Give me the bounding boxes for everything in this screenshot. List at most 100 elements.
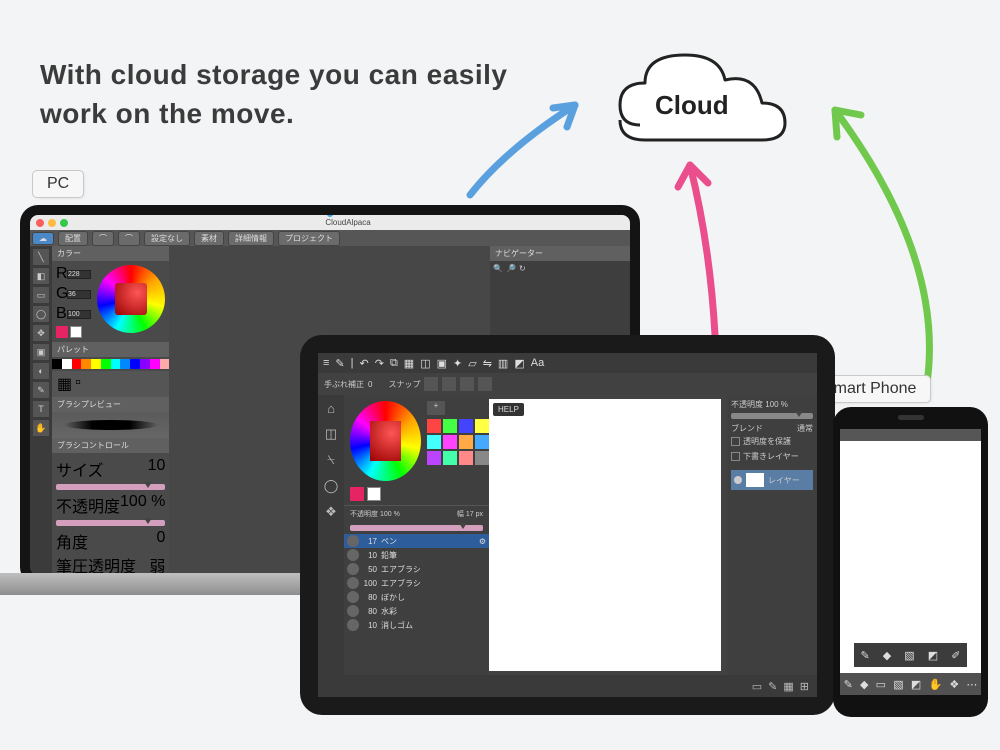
tab-swatch[interactable] [443,419,457,433]
tab-pencil-icon[interactable]: ✎ [335,357,344,370]
palette-swatch[interactable] [62,359,72,369]
palette-swatch[interactable] [72,359,82,369]
palette-swatch[interactable] [101,359,111,369]
r-input[interactable] [67,270,91,279]
layer-visible-icon[interactable] [734,476,742,484]
tab-swatch[interactable] [459,451,473,465]
fg-color-swatch[interactable] [56,326,68,338]
bg-color-swatch[interactable] [70,326,82,338]
tab-swatch[interactable] [475,419,489,433]
foot-brush-icon[interactable]: ✎ [768,680,777,693]
rail-rect-icon[interactable]: ◫ [325,426,337,442]
size-slider[interactable] [56,484,165,490]
tab-copy-icon[interactable]: ⧉ [390,357,398,370]
tab-brush-item[interactable]: 10消しゴム [344,618,489,632]
tab-flip-icon[interactable]: ⇋ [483,357,492,370]
tab-fg-swatch[interactable] [350,487,364,501]
snap-persp-icon[interactable] [460,377,474,391]
tab-brush-item[interactable]: 50エアブラシ [344,562,489,576]
rail-home-icon[interactable]: ⌂ [327,401,335,416]
palette-swatch[interactable] [150,359,160,369]
tab-brush-item[interactable]: 80ぼかし [344,590,489,604]
lasso-tool-icon[interactable]: ◯ [33,306,49,322]
palette-swatch[interactable] [120,359,130,369]
tab-menu-icon[interactable]: ≡ [323,357,329,369]
phone-shape-icon[interactable]: ▧ [904,649,914,662]
help-badge[interactable]: HELP [493,403,524,416]
snap-grid-icon[interactable] [424,377,438,391]
palette-add-icon[interactable]: ▦ [57,374,72,394]
text-tool-icon[interactable]: T [33,401,49,417]
move-tool-icon[interactable]: ✥ [33,325,49,341]
b-input[interactable] [67,310,91,319]
pb-layers-icon[interactable]: ❖ [949,678,959,691]
tablet-color-wheel[interactable] [350,401,421,481]
snap-sym-icon[interactable] [478,377,492,391]
phone-brush-icon[interactable]: ✐ [951,649,960,662]
tab-brush-item[interactable]: 10鉛筆 [344,548,489,562]
tab-swatch[interactable] [475,451,489,465]
tab-wand-icon[interactable]: ✦ [453,357,462,370]
palette-swatch[interactable] [111,359,121,369]
draft-layer-checkbox[interactable] [731,452,740,461]
tab-brush-slider[interactable] [350,525,483,531]
tab-paste-icon[interactable]: ▦ [404,357,414,370]
eyedropper-tool-icon[interactable]: ✎ [33,382,49,398]
phone-fill-icon[interactable]: ◩ [928,649,938,662]
palette-swatch[interactable] [160,359,170,369]
tab-swatch[interactable] [443,451,457,465]
foot-apps-icon[interactable]: ⊞ [800,680,809,693]
close-window-button[interactable] [36,219,44,227]
pb-fill-icon[interactable]: ◩ [911,678,921,691]
tab-undo-icon[interactable]: ↶ [360,357,369,370]
tab-select-icon[interactable]: ◫ [420,357,430,370]
hand-tool-icon[interactable]: ✋ [33,420,49,436]
toolbar-layout-button[interactable]: 配置 [58,231,88,246]
tab-swatch[interactable] [427,419,441,433]
rail-slash-icon[interactable]: ⍀ [327,452,335,468]
phone-eraser-icon[interactable]: ◆ [883,649,891,662]
tab-text-tool-button[interactable]: Aa [531,357,544,369]
toolbar-settings-button[interactable]: 設定なし [144,231,190,246]
pb-wand-icon[interactable]: ▧ [893,678,903,691]
blend-value[interactable]: 通常 [797,423,813,434]
toolbar-info-button[interactable]: 詳細情報 [228,231,274,246]
nav-zoom-in-icon[interactable]: 🔍 [493,264,503,273]
fill-tool-icon[interactable]: ▣ [33,344,49,360]
tab-swatch[interactable] [459,419,473,433]
tab-swatch[interactable] [459,435,473,449]
foot-marquee-icon[interactable]: ▭ [752,680,762,693]
phone-pencil-icon[interactable]: ✎ [861,649,870,662]
toolbar-material-button[interactable]: 素材 [194,231,224,246]
protect-alpha-checkbox[interactable] [731,437,740,446]
cloud-sync-button[interactable]: ☁ [32,232,54,245]
color-wheel[interactable] [97,265,165,333]
nav-rotate-icon[interactable]: ↻ [519,264,526,273]
g-input[interactable] [67,290,91,299]
nav-zoom-out-icon[interactable]: 🔎 [506,264,516,273]
tab-swatch[interactable] [427,435,441,449]
rail-layers-icon[interactable]: ❖ [325,504,337,520]
pb-select-icon[interactable]: ▭ [876,678,886,691]
pb-hand-icon[interactable]: ✋ [928,678,942,691]
tab-brush-item[interactable]: 17ペン⚙ [344,534,489,548]
swatch-add-button[interactable]: + [427,401,445,415]
palette-swatch[interactable] [81,359,91,369]
palette-swatch[interactable] [130,359,140,369]
eraser-tool-icon[interactable]: ◧ [33,268,49,284]
toolbar-project-button[interactable]: プロジェクト [278,231,340,246]
tab-brush-item[interactable]: 80水彩 [344,604,489,618]
pb-pen-icon[interactable]: ✎ [844,678,853,691]
rail-circle-icon[interactable]: ◯ [324,478,339,494]
layer-name[interactable]: レイヤー [768,475,800,486]
palette-del-icon[interactable]: ▫ [75,374,81,394]
tab-crop-icon[interactable]: ▱ [468,357,476,370]
phone-canvas[interactable]: ✎ ◆ ▧ ◩ ✐ ✎ ◆ ▭ ▧ ◩ ✋ ❖ ⋯ [840,429,981,695]
tab-swatch[interactable] [427,451,441,465]
opacity-slider[interactable] [56,520,165,526]
tab-bg-swatch[interactable] [367,487,381,501]
tab-redo-icon[interactable]: ↷ [375,357,384,370]
layer-thumb[interactable] [746,473,764,487]
palette-swatch[interactable] [52,359,62,369]
brush-tool-icon[interactable]: ╲ [33,249,49,265]
